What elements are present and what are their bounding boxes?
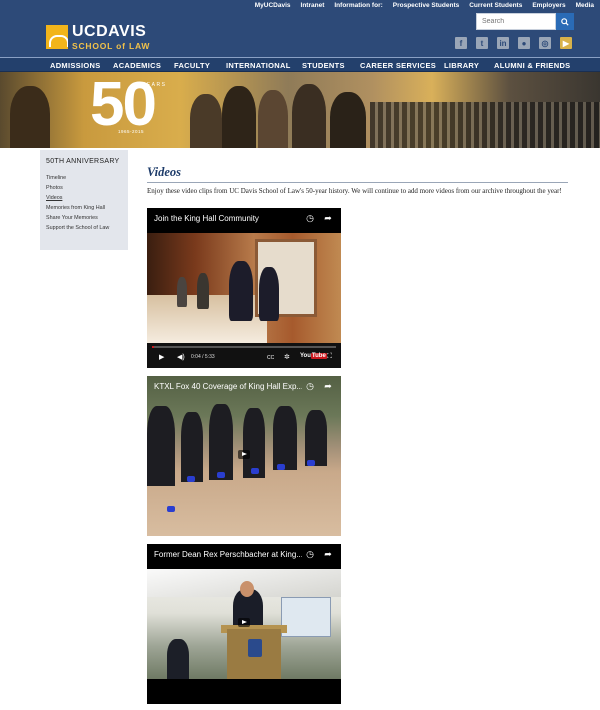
nav-alumni-friends[interactable]: ALUMNI & FRIENDS [494, 61, 570, 70]
sidebar: 50TH ANNIVERSARY Timeline Photos Videos … [40, 150, 128, 250]
logo-mark-icon [46, 25, 68, 50]
current-students-link[interactable]: Current Students [469, 2, 522, 9]
banner-figure [190, 94, 222, 148]
logo-ucdavis-text: UCDAVIS [72, 23, 147, 40]
nav-academics[interactable]: ACADEMICS [113, 61, 161, 70]
information-for-label: Information for: [334, 2, 383, 9]
play-button-icon[interactable] [238, 618, 250, 627]
video-player[interactable]: KTXL Fox 40 Coverage of King Hall Exp...… [147, 376, 341, 536]
search-input[interactable] [476, 13, 556, 30]
play-icon[interactable]: ▶ [159, 353, 164, 361]
settings-gear-icon[interactable]: ✲ [284, 353, 290, 361]
search-button[interactable] [556, 13, 574, 30]
nav-students[interactable]: STUDENTS [302, 61, 345, 70]
banner-figure [258, 90, 288, 148]
utility-nav: MyUCDavis Intranet Information for: Pros… [255, 2, 594, 9]
volume-icon[interactable]: ◀) [177, 353, 185, 361]
share-icon[interactable]: ➦ [323, 549, 333, 559]
sidebar-item-photos[interactable]: Photos [46, 185, 122, 191]
main-content: Videos Enjoy these video clips from UC D… [147, 165, 568, 197]
video-title[interactable]: Former Dean Rex Perschbacher at King... [154, 550, 302, 559]
fullscreen-icon[interactable]: ⛶ [327, 353, 332, 361]
logo-school-text: SCHOOL of LAW [72, 41, 151, 51]
banner-figure [10, 86, 50, 148]
sidebar-item-memories[interactable]: Memories from King Hall [46, 205, 122, 211]
myucdavis-link[interactable]: MyUCDavis [255, 2, 291, 9]
video-time: 0:04 / 5:33 [191, 354, 215, 360]
page-title: Videos [147, 165, 568, 183]
sidebar-title: 50TH ANNIVERSARY [46, 158, 120, 165]
nav-international[interactable]: INTERNATIONAL [226, 61, 291, 70]
media-link[interactable]: Media [576, 2, 594, 9]
video-progress-bar[interactable] [152, 346, 336, 348]
search-icon [561, 17, 569, 26]
prospective-students-link[interactable]: Prospective Students [393, 2, 459, 9]
intro-text: Enjoy these video clips from UC Davis Sc… [147, 187, 562, 195]
video-thumbnail[interactable] [147, 233, 341, 343]
employers-link[interactable]: Employers [532, 2, 565, 9]
captions-icon[interactable]: CC [267, 355, 274, 361]
video-title[interactable]: Join the King Hall Community [154, 214, 259, 223]
nav-career-services[interactable]: CAREER SERVICES [360, 61, 436, 70]
watch-later-icon[interactable]: ◷ [305, 549, 315, 559]
nav-library[interactable]: LIBRARY [444, 61, 479, 70]
video-player[interactable]: Former Dean Rex Perschbacher at King... … [147, 544, 341, 704]
share-icon[interactable]: ➦ [323, 381, 333, 391]
banner-figure [330, 92, 366, 148]
twitter-icon[interactable]: t [476, 37, 488, 49]
watch-later-icon[interactable]: ◷ [305, 213, 315, 223]
play-button-icon[interactable] [238, 450, 250, 459]
sidebar-item-videos[interactable]: Videos [46, 195, 122, 201]
nav-faculty[interactable]: FACULTY [174, 61, 210, 70]
banner-figure [292, 84, 326, 148]
intranet-link[interactable]: Intranet [301, 2, 325, 9]
video-player[interactable]: Join the King Hall Community ◷ ➦ ▶ ◀) 0:… [147, 208, 341, 368]
banner-figure [222, 86, 256, 148]
youtube-icon[interactable]: ▶ [560, 37, 572, 49]
social-links: f t in ● ◎ ▶ [455, 37, 572, 49]
sidebar-item-timeline[interactable]: Timeline [46, 175, 122, 181]
banner-dates-text: 1965-2015 [118, 129, 145, 134]
ucdavis-law-logo[interactable]: UCDAVIS SCHOOL of LAW [46, 24, 150, 51]
flickr-icon[interactable]: ● [518, 37, 530, 49]
anniversary-banner: 50 YEARS 1965-2015 [0, 72, 600, 148]
main-nav: ADMISSIONS ACADEMICS FACULTY INTERNATION… [0, 57, 600, 72]
site-header: MyUCDavis Intranet Information for: Pros… [0, 0, 600, 59]
banner-years-text: YEARS [142, 82, 167, 88]
graduates-photo [370, 102, 600, 148]
instagram-icon[interactable]: ◎ [539, 37, 551, 49]
youtube-logo-icon[interactable]: YouTube [300, 353, 327, 359]
share-icon[interactable]: ➦ [323, 213, 333, 223]
video-title[interactable]: KTXL Fox 40 Coverage of King Hall Exp... [154, 382, 302, 391]
facebook-icon[interactable]: f [455, 37, 467, 49]
video-controls: ▶ ◀) 0:04 / 5:33 CC ✲ YouTube ⛶ [147, 343, 341, 368]
sidebar-item-share-memories[interactable]: Share Your Memories [46, 215, 122, 221]
sidebar-item-support[interactable]: Support the School of Law [46, 225, 122, 231]
nav-admissions[interactable]: ADMISSIONS [50, 61, 101, 70]
linkedin-icon[interactable]: in [497, 37, 509, 49]
watch-later-icon[interactable]: ◷ [305, 381, 315, 391]
